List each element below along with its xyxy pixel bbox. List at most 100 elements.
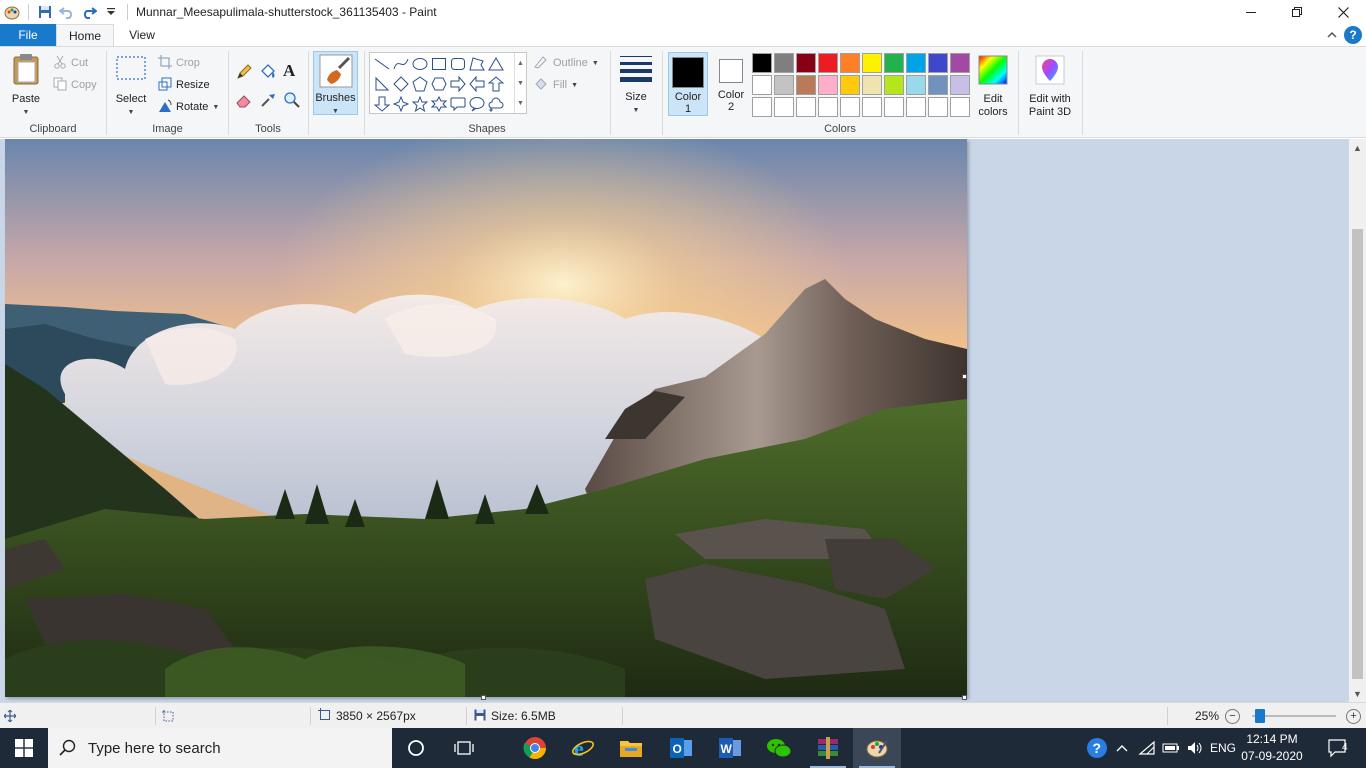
palette-swatch[interactable] <box>884 53 904 73</box>
fill-bucket-icon[interactable] <box>259 63 277 84</box>
paste-dropdown-icon[interactable]: ▼ <box>23 106 30 119</box>
outline-button[interactable]: Outline ▼ <box>533 53 599 73</box>
left-arrow-shape-icon[interactable] <box>467 74 486 93</box>
file-explorer-icon[interactable] <box>607 728 655 768</box>
rounded-callout-shape-icon[interactable] <box>448 94 467 113</box>
palette-swatch[interactable] <box>884 75 904 95</box>
palette-swatch[interactable] <box>884 97 904 117</box>
cortana-icon[interactable] <box>392 728 440 768</box>
crop-button[interactable]: Crop <box>158 53 200 73</box>
volume-icon[interactable] <box>1184 728 1206 768</box>
palette-swatch[interactable] <box>950 53 970 73</box>
palette-swatch[interactable] <box>950 75 970 95</box>
paint-app-icon[interactable] <box>2 2 22 22</box>
right-triangle-shape-icon[interactable] <box>372 74 391 93</box>
outline-dropdown-icon[interactable]: ▼ <box>592 60 599 67</box>
palette-swatch[interactable] <box>796 53 816 73</box>
palette-swatch[interactable] <box>950 97 970 117</box>
palette-swatch[interactable] <box>906 97 926 117</box>
canvas-resize-handle-bottom[interactable] <box>481 695 486 700</box>
taskbar-search-box[interactable]: Type here to search <box>48 728 392 768</box>
curve-shape-icon[interactable] <box>391 54 410 73</box>
customize-qat-icon[interactable] <box>101 2 121 22</box>
brushes-dropdown-icon[interactable]: ▼ <box>332 105 339 118</box>
start-button[interactable] <box>0 728 48 768</box>
up-arrow-shape-icon[interactable] <box>486 74 505 93</box>
palette-swatch[interactable] <box>796 97 816 117</box>
triangle-shape-icon[interactable] <box>486 54 505 73</box>
scroll-up-arrow-icon[interactable]: ▲ <box>1349 139 1366 156</box>
network-icon[interactable] <box>1136 728 1158 768</box>
palette-swatch[interactable] <box>752 75 772 95</box>
restore-button[interactable] <box>1274 0 1320 24</box>
tab-file[interactable]: File <box>0 24 56 46</box>
rounded-rectangle-shape-icon[interactable] <box>448 54 467 73</box>
palette-swatch[interactable] <box>818 53 838 73</box>
select-dropdown-icon[interactable]: ▼ <box>128 106 135 119</box>
fill-dropdown-icon[interactable]: ▼ <box>571 82 578 89</box>
tab-view[interactable]: View <box>114 24 170 46</box>
palette-swatch[interactable] <box>862 97 882 117</box>
canvas-resize-handle-corner[interactable] <box>962 695 967 700</box>
task-view-icon[interactable] <box>440 728 488 768</box>
wechat-icon[interactable] <box>755 728 803 768</box>
winrar-icon[interactable] <box>804 728 852 768</box>
line-shape-icon[interactable] <box>372 54 391 73</box>
scroll-down-arrow-icon[interactable]: ▼ <box>1349 685 1366 702</box>
tab-home[interactable]: Home <box>56 24 114 47</box>
chrome-icon[interactable] <box>511 728 559 768</box>
palette-swatch[interactable] <box>774 75 794 95</box>
show-hidden-icons-icon[interactable] <box>1112 728 1132 768</box>
size-dropdown-icon[interactable]: ▼ <box>633 104 640 117</box>
outlook-icon[interactable]: O <box>657 728 705 768</box>
input-language-indicator[interactable]: ENG <box>1208 728 1238 768</box>
palette-swatch[interactable] <box>862 75 882 95</box>
color1-button[interactable]: Color 1 <box>668 52 708 116</box>
select-button[interactable]: Select ▼ <box>113 55 149 119</box>
taskbar-clock[interactable]: 12:14 PM 07-09-2020 <box>1240 731 1304 765</box>
palette-swatch[interactable] <box>774 53 794 73</box>
six-point-star-shape-icon[interactable] <box>429 94 448 113</box>
help-icon[interactable]: ? <box>1344 26 1362 44</box>
palette-swatch[interactable] <box>840 97 860 117</box>
palette-swatch[interactable] <box>928 97 948 117</box>
gallery-expand-icon[interactable]: ▼ <box>517 100 524 107</box>
scroll-up-icon[interactable]: ▲ <box>517 60 524 67</box>
palette-swatch[interactable] <box>862 53 882 73</box>
zoom-slider-thumb[interactable] <box>1255 709 1265 723</box>
image-canvas[interactable] <box>5 139 967 697</box>
palette-swatch[interactable] <box>796 75 816 95</box>
five-point-star-shape-icon[interactable] <box>410 94 429 113</box>
scrollbar-thumb[interactable] <box>1352 229 1363 679</box>
copy-button[interactable]: Copy <box>53 75 97 95</box>
pencil-icon[interactable] <box>235 63 253 84</box>
palette-swatch[interactable] <box>752 53 772 73</box>
rotate-dropdown-icon[interactable]: ▼ <box>212 104 219 111</box>
paint-taskbar-icon[interactable] <box>853 728 901 768</box>
oval-shape-icon[interactable] <box>410 54 429 73</box>
size-button[interactable]: Size ▼ <box>617 53 655 117</box>
four-point-star-shape-icon[interactable] <box>391 94 410 113</box>
color2-button[interactable]: Color 2 <box>711 52 751 116</box>
palette-swatch[interactable] <box>818 75 838 95</box>
down-arrow-shape-icon[interactable] <box>372 94 391 113</box>
collapse-ribbon-icon[interactable] <box>1324 27 1340 43</box>
minimize-button[interactable] <box>1228 0 1274 24</box>
palette-swatch[interactable] <box>840 75 860 95</box>
close-button[interactable] <box>1320 0 1366 24</box>
battery-icon[interactable] <box>1160 728 1182 768</box>
rectangle-shape-icon[interactable] <box>429 54 448 73</box>
text-tool-icon[interactable]: A <box>283 61 295 81</box>
magnifier-icon[interactable] <box>283 91 301 112</box>
scroll-down-icon[interactable]: ▼ <box>517 80 524 87</box>
palette-swatch[interactable] <box>774 97 794 117</box>
palette-swatch[interactable] <box>928 53 948 73</box>
palette-swatch[interactable] <box>840 53 860 73</box>
shapes-gallery-scroll[interactable]: ▲ ▼ ▼ <box>514 53 526 113</box>
word-icon[interactable]: W <box>706 728 754 768</box>
diamond-shape-icon[interactable] <box>391 74 410 93</box>
fill-button[interactable]: Fill ▼ <box>533 75 578 95</box>
cloud-callout-shape-icon[interactable] <box>486 94 505 113</box>
undo-icon[interactable] <box>57 2 77 22</box>
cut-button[interactable]: Cut <box>53 53 88 73</box>
